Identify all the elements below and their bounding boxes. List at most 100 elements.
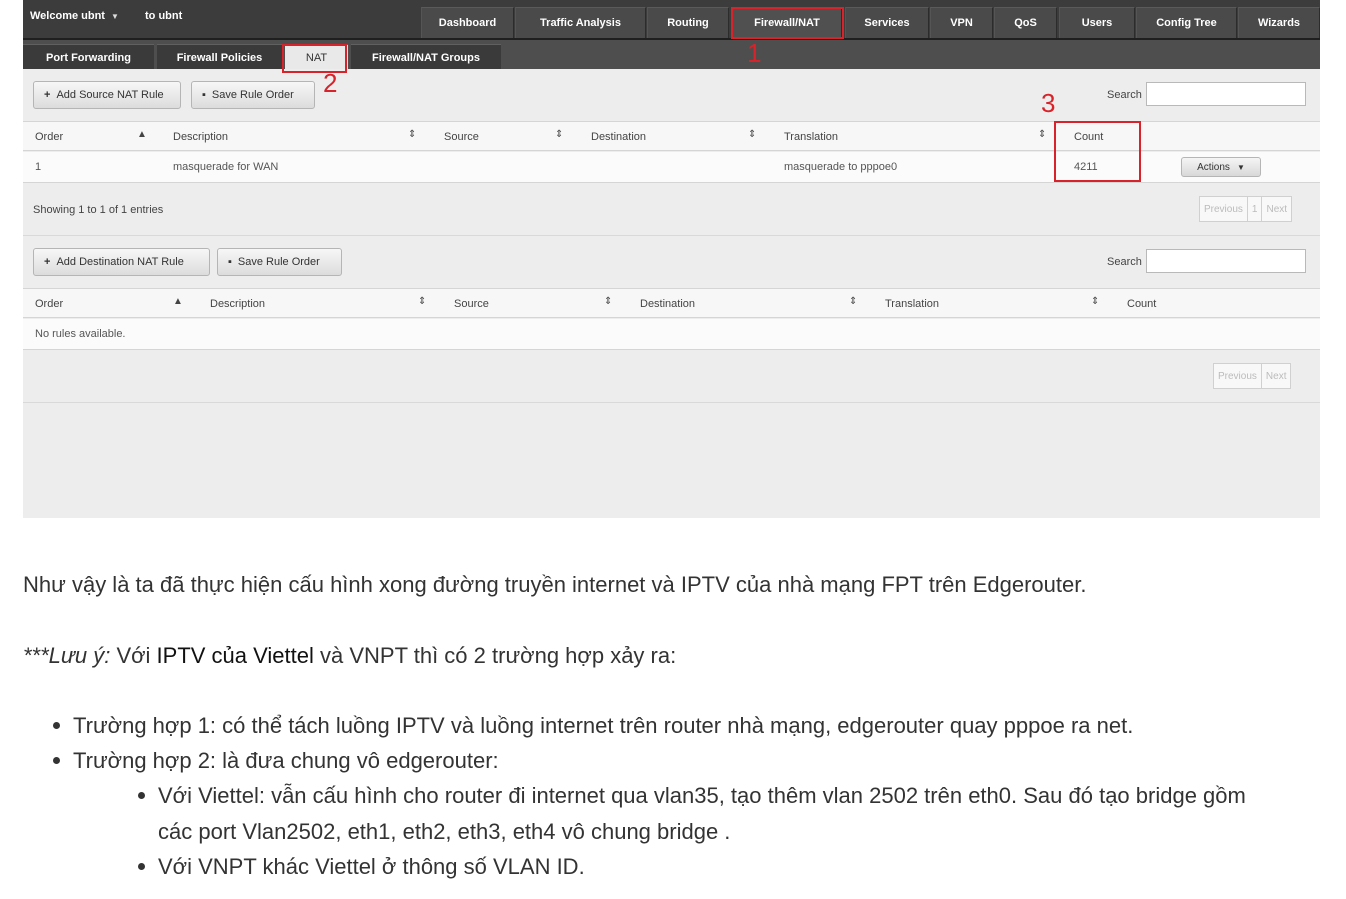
row-order: 1 [35,161,42,173]
col-count[interactable]: Count [1127,298,1156,310]
nav-traffic-analysis[interactable]: Traffic Analysis [515,7,646,38]
sort-icon: ⇕ [1091,296,1100,307]
actions-dropdown[interactable]: Actions ▼ [1181,157,1261,177]
section-divider [23,235,1320,236]
sort-asc-icon: ▲ [173,296,183,307]
article-paragraph: Như vậy là ta đã thực hiện cấu hình xong… [23,572,1087,597]
list-item: Với VNPT khác Viettel ở thông số VLAN ID… [158,854,585,879]
tab-port-forwarding[interactable]: Port Forwarding [23,44,154,71]
bullet-dot [138,792,145,799]
col-description[interactable]: Description [173,131,228,143]
caret-down-icon: ▼ [110,12,119,21]
edgerouter-screenshot: Welcome ubnt ▼ to ubnt Dashboard Traffic … [23,0,1320,518]
sort-icon: ⇕ [418,296,427,307]
add-source-nat-button[interactable]: + Add Source NAT Rule [33,81,181,109]
save-rule-order-button[interactable]: ▪ Save Rule Order [191,81,315,109]
nat-panel: + Add Source NAT Rule ▪ Save Rule Order Se… [23,69,1320,518]
page-1-button[interactable]: 1 [1248,197,1263,221]
list-item: Trường hợp 1: có thể tách luồng IPTV và … [73,713,1134,738]
sort-icon: ⇕ [748,129,757,140]
nav-config-tree[interactable]: Config Tree [1136,7,1237,38]
source-nat-search-input[interactable] [1146,82,1306,106]
nav-wizards[interactable]: Wizards [1238,7,1320,38]
search-label: Search [1107,89,1142,101]
list-item-continued: các port Vlan2502, eth1, eth2, eth3, eth… [158,819,731,844]
col-destination[interactable]: Destination [591,131,646,143]
note-link[interactable]: IPTV của Viettel [157,643,314,668]
annotation-number: 3 [1041,88,1056,118]
welcome-menu[interactable]: Welcome ubnt ▼ [30,10,119,22]
floppy-icon: ▪ [202,89,206,101]
sort-icon: ⇕ [1038,129,1047,140]
table-row-empty: No rules available. [23,319,1320,350]
add-source-nat-label: Add Source NAT Rule [56,89,164,101]
col-order[interactable]: Order [35,298,63,310]
top-bar: Welcome ubnt ▼ to ubnt Dashboard Traffic … [23,0,1320,38]
tab-nat[interactable]: NAT [285,44,348,71]
annotation-number: 1 [747,38,762,68]
tab-firewall-policies[interactable]: Firewall Policies [157,44,282,71]
sort-icon: ⇕ [604,296,613,307]
col-destination[interactable]: Destination [640,298,695,310]
list-item: Trường hợp 2: là đưa chung vô edgerouter… [73,748,499,773]
nav-users[interactable]: Users [1059,7,1135,38]
col-source[interactable]: Source [444,131,479,143]
save-rule-order-label: Save Rule Order [237,256,320,268]
col-count[interactable]: Count [1074,131,1103,143]
plus-icon: + [44,256,51,268]
welcome-label: Welcome ubnt [30,10,105,22]
row-translation: masquerade to pppoe0 [784,161,898,173]
nav-qos[interactable]: QoS [994,7,1057,38]
col-source[interactable]: Source [454,298,489,310]
next-button[interactable]: Next [1262,197,1291,221]
source-nat-table-header: Order ▲ Description ⇕ Source ⇕ Destinati… [23,121,1320,151]
previous-button[interactable]: Previous [1200,197,1248,221]
sub-tab-bar: Port Forwarding Firewall Policies NAT Fi… [23,38,1320,71]
search-label: Search [1107,256,1142,268]
nav-routing[interactable]: Routing [647,7,729,38]
actions-label: Actions [1197,161,1230,173]
host-label: to ubnt [145,10,183,22]
bullet-dot [53,722,60,729]
bullet-dot [138,863,145,870]
next-button[interactable]: Next [1262,364,1291,388]
add-destination-nat-label: Add Destination NAT Rule [56,256,184,268]
article-note: ***Lưu ý: Với IPTV của Viettel và VNPT t… [23,645,676,667]
dest-nat-pager: Previous Next [1213,363,1292,389]
entries-info: Showing 1 to 1 of 1 entries [33,204,164,216]
bullet-dot [53,757,60,764]
previous-button[interactable]: Previous [1214,364,1262,388]
nav-services[interactable]: Services [845,7,929,38]
sort-icon: ⇕ [555,129,564,140]
note-label: ***Lưu ý: [23,643,111,668]
row-description: masquerade for WAN [173,161,279,173]
row-count: 4211 [1074,161,1098,173]
col-translation[interactable]: Translation [784,131,838,143]
sort-asc-icon: ▲ [137,129,147,140]
tab-firewall-nat-groups[interactable]: Firewall/NAT Groups [351,44,501,71]
nav-firewall-nat[interactable]: Firewall/NAT [732,7,842,38]
list-item: Với Viettel: vẫn cấu hình cho router đi … [158,783,1246,808]
note-rest: Với [110,643,157,668]
col-order[interactable]: Order [35,131,63,143]
nav-vpn[interactable]: VPN [930,7,993,38]
caret-down-icon: ▼ [1236,162,1245,172]
source-nat-pager: Previous 1 Next [1199,196,1293,222]
table-row: 1 masquerade for WAN masquerade to pppoe… [23,152,1320,183]
sort-icon: ⇕ [849,296,858,307]
note-tail: và VNPT thì có 2 trường hợp xảy ra: [313,643,677,668]
empty-message: No rules available. [35,328,126,340]
col-translation[interactable]: Translation [885,298,939,310]
add-destination-nat-button[interactable]: + Add Destination NAT Rule [33,248,210,276]
section-divider [23,402,1320,403]
annotation-number: 2 [323,68,338,98]
save-rule-order-label: Save Rule Order [211,89,294,101]
dest-nat-search-input[interactable] [1146,249,1306,273]
sort-icon: ⇕ [408,129,417,140]
nav-dashboard[interactable]: Dashboard [421,7,514,38]
col-description[interactable]: Description [210,298,265,310]
dest-nat-table-header: Order ▲ Description ⇕ Source ⇕ Destinati… [23,288,1320,318]
plus-icon: + [44,89,51,101]
floppy-icon: ▪ [228,256,232,268]
save-rule-order-button-2[interactable]: ▪ Save Rule Order [217,248,342,276]
